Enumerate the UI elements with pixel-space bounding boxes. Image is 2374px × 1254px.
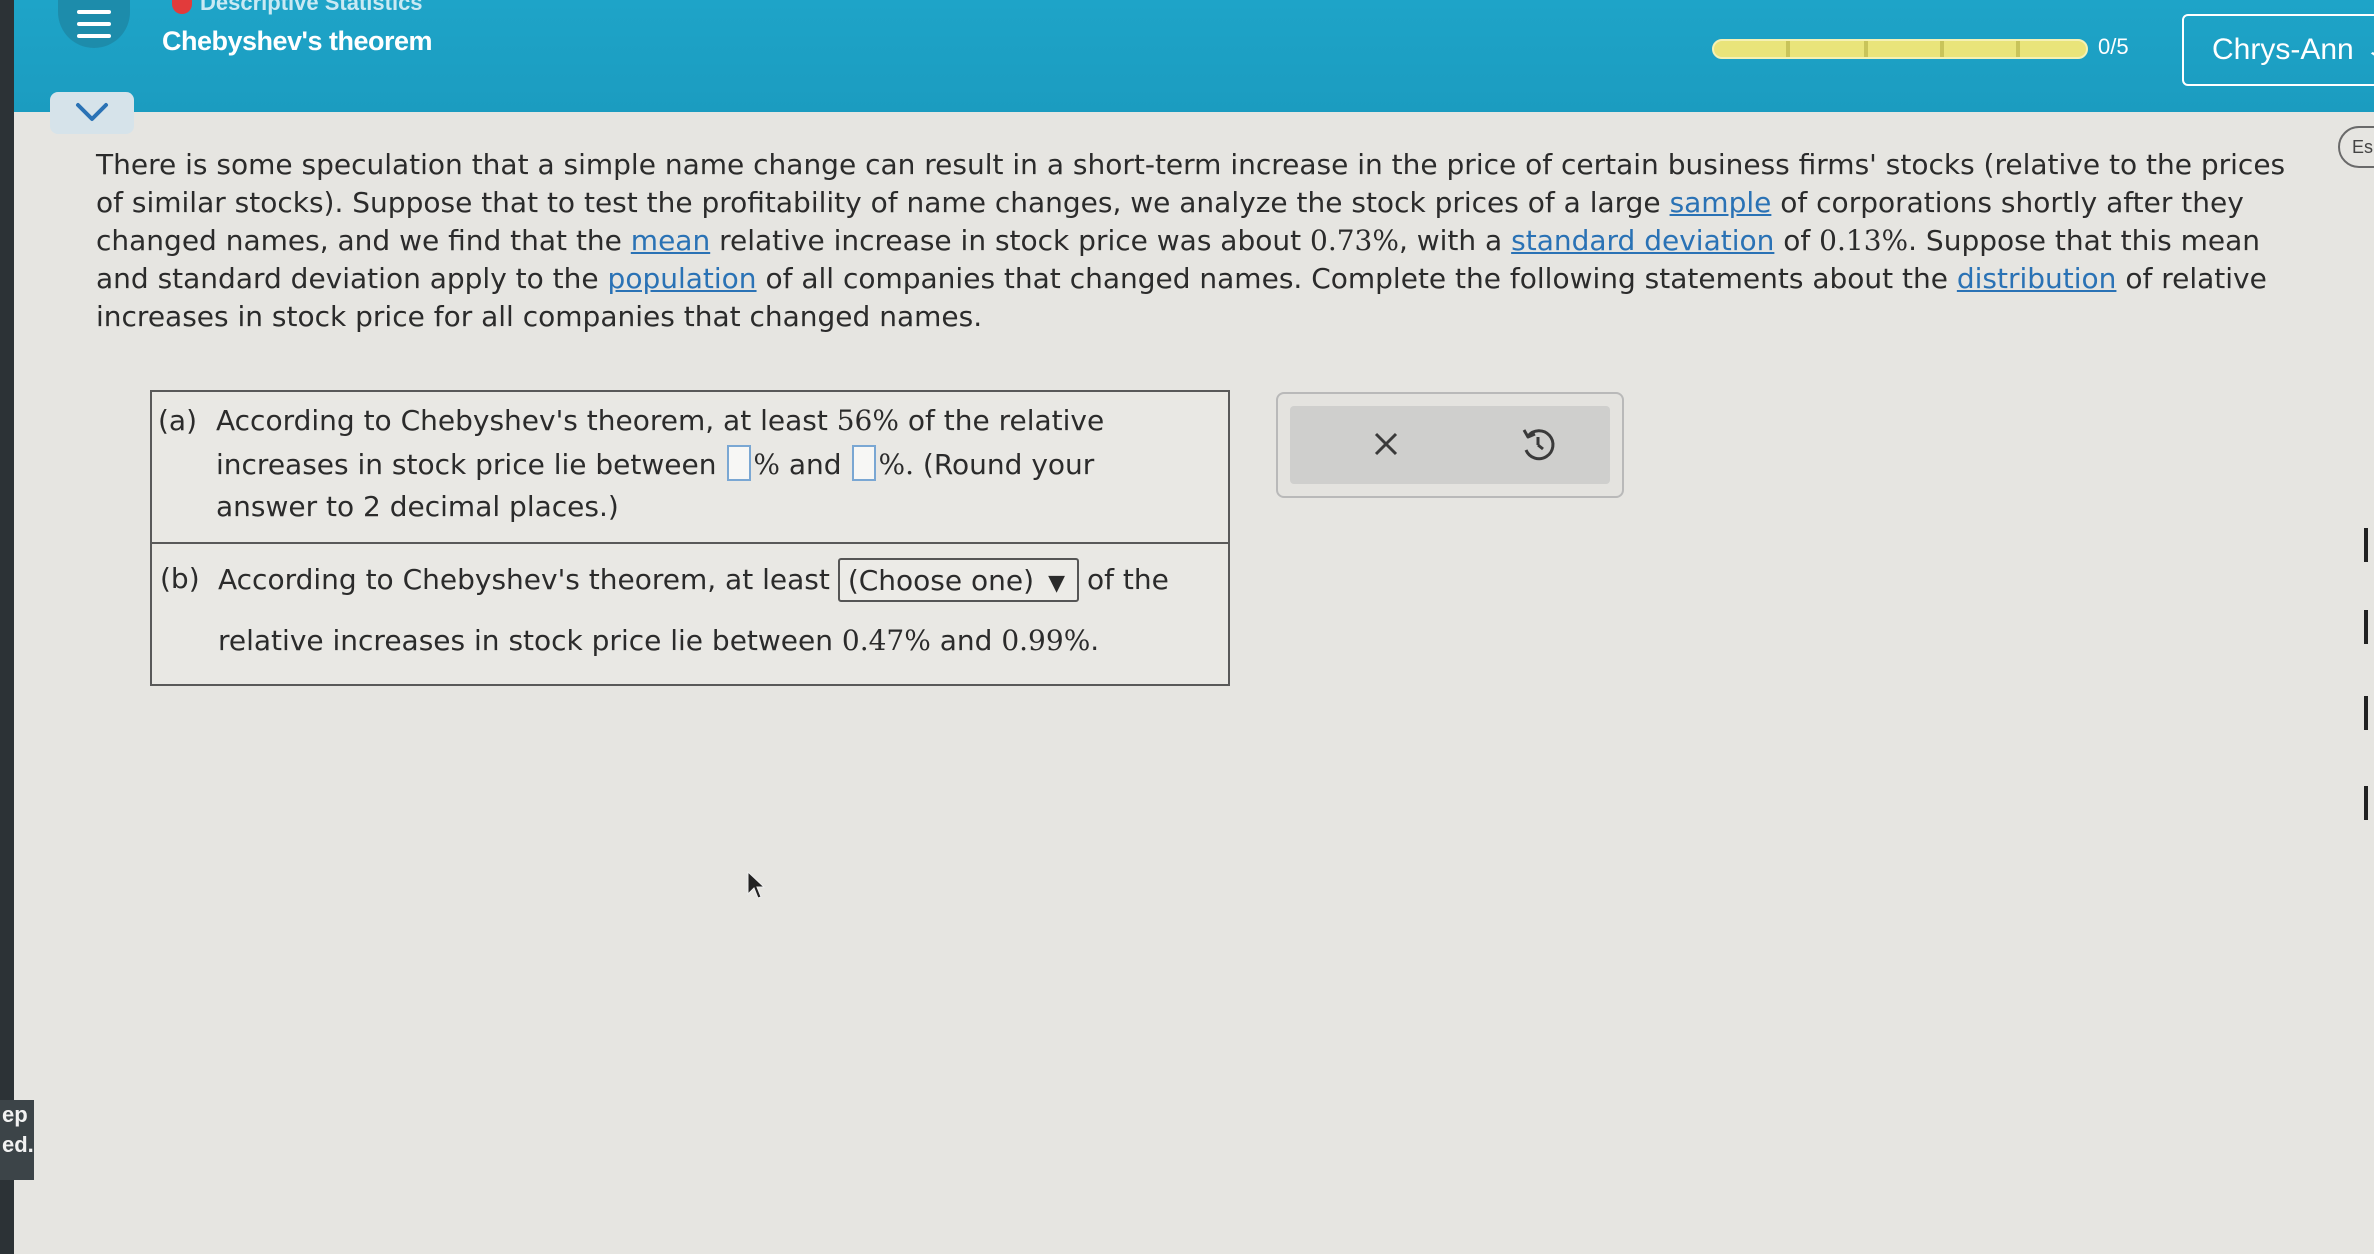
dropdown-value: (Choose one)	[847, 564, 1035, 597]
collapse-button[interactable]	[50, 92, 134, 134]
top-header: Descriptive Statistics Chebyshev's theor…	[14, 0, 2374, 112]
question-table: (a) According to Chebyshev's theorem, at…	[150, 390, 1230, 686]
right-edge-marker	[2364, 528, 2374, 562]
topic-title: Chebyshev's theorem	[162, 26, 433, 56]
left-window-edge	[0, 0, 14, 1254]
part-a-text: increases in stock price lie between	[216, 448, 726, 481]
language-button[interactable]: Es	[2338, 126, 2374, 168]
part-b-text: and	[930, 624, 1002, 657]
part-a-text: According to Chebyshev's theorem, at lea…	[216, 404, 837, 437]
mouse-pointer-icon	[747, 870, 766, 899]
right-edge-marker	[2364, 610, 2374, 644]
category-title: Descriptive Statistics	[200, 0, 423, 15]
lower-value: 0.47%	[841, 624, 931, 657]
sample-link[interactable]: sample	[1670, 186, 1772, 219]
part-a-row: (a) According to Chebyshev's theorem, at…	[152, 392, 1228, 544]
background-window-tab[interactable]: ep ed.	[0, 1100, 34, 1180]
part-a-line3: answer to 2 decimal places.)	[216, 490, 619, 523]
upper-value: 0.99%	[1001, 624, 1091, 657]
problem-statement: There is some speculation that a simple …	[96, 146, 2286, 336]
problem-text: of all companies that changed names. Com…	[756, 262, 1957, 295]
choose-one-dropdown[interactable]: (Choose one) ▼	[837, 558, 1079, 602]
user-menu-button[interactable]: Chrys-Ann ⌄	[2182, 14, 2374, 86]
answer-tools-panel	[1276, 392, 1624, 498]
problem-text: , with a	[1398, 224, 1512, 257]
part-a-text: of the relative	[898, 404, 1105, 437]
dropdown-arrow-icon: ▼	[1048, 571, 1065, 596]
background-tab-line1: ep	[2, 1102, 28, 1127]
standard-deviation-link[interactable]: standard deviation	[1511, 224, 1774, 257]
sd-value: 0.13%	[1819, 224, 1909, 257]
part-a-line1: According to Chebyshev's theorem, at lea…	[216, 400, 1104, 442]
part-b-line1: According to Chebyshev's theorem, at lea…	[218, 558, 1169, 602]
close-icon[interactable]	[1366, 424, 1406, 464]
part-b-row: (b) According to Chebyshev's theorem, at…	[152, 544, 1228, 684]
hamburger-icon	[77, 6, 111, 42]
upper-bound-input[interactable]	[852, 445, 877, 481]
percent-sign: %	[753, 448, 780, 481]
category-status-dot	[172, 0, 192, 14]
part-b-text: relative increases in stock price lie be…	[218, 624, 842, 657]
user-name: Chrys-Ann	[2212, 33, 2354, 66]
part-b-label: (b)	[160, 562, 200, 595]
part-b-text: .	[1090, 624, 1100, 657]
chevron-down-icon	[76, 103, 108, 121]
answer-tools	[1290, 406, 1610, 484]
problem-text: relative increase in stock price was abo…	[710, 224, 1310, 257]
part-a-line2: increases in stock price lie between % a…	[216, 444, 1094, 486]
progress-count: 0/5	[2098, 34, 2129, 59]
right-edge-marker	[2364, 696, 2374, 730]
lower-bound-input[interactable]	[727, 445, 752, 481]
mean-value: 0.73%	[1310, 224, 1399, 257]
problem-text: of	[1774, 224, 1820, 257]
menu-button[interactable]	[58, 0, 130, 48]
right-edge-marker	[2364, 786, 2374, 820]
distribution-link[interactable]: distribution	[1957, 262, 2117, 295]
background-tab-line2: ed.	[2, 1132, 34, 1157]
part-a-label: (a)	[158, 404, 198, 437]
population-link[interactable]: population	[608, 262, 757, 295]
part-a-percent: 56%	[836, 404, 899, 437]
part-b-text: According to Chebyshev's theorem, at lea…	[218, 563, 830, 596]
mean-link[interactable]: mean	[631, 224, 710, 257]
part-a-text: (Round your	[914, 448, 1095, 481]
part-b-text: of the	[1086, 563, 1169, 596]
chevron-down-icon: ⌄	[2364, 36, 2374, 65]
undo-icon[interactable]	[1516, 422, 1560, 466]
progress-bar	[1712, 39, 2088, 59]
percent-sign: %.	[878, 448, 914, 481]
part-a-text: and	[780, 448, 851, 481]
part-b-line2: relative increases in stock price lie be…	[218, 620, 1099, 662]
